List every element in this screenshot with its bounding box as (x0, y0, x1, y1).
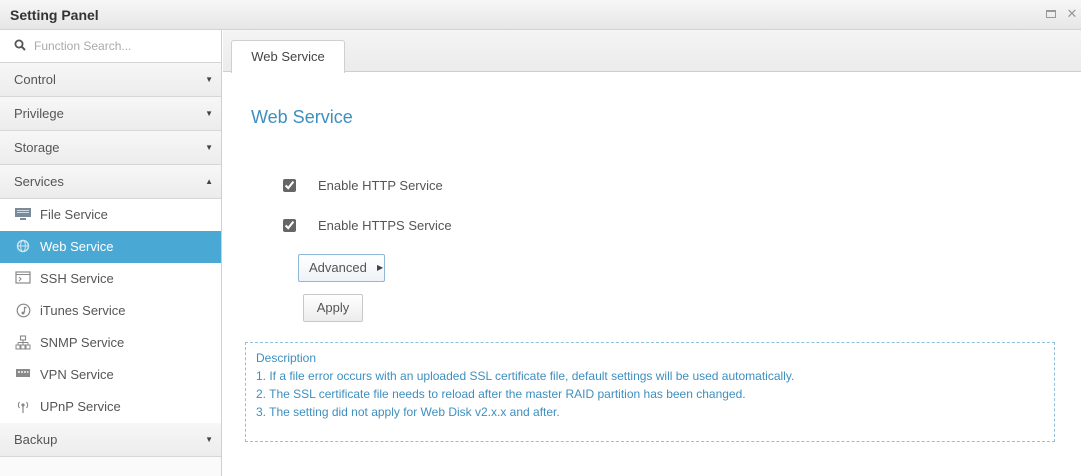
vpn-icon (14, 367, 32, 383)
sidebar-item-label: Web Service (40, 239, 114, 254)
main-panel: Web Service Web Service Enable HTTP Serv… (223, 30, 1081, 476)
sidebar-item-vpn-service[interactable]: VPN Service (0, 359, 221, 391)
chevron-down-icon: ▼ (205, 435, 213, 444)
sidebar-item-label: VPN Service (40, 367, 114, 382)
close-button[interactable]: ✕ (1064, 6, 1080, 22)
advanced-button[interactable]: Advanced ▶ (298, 254, 385, 282)
description-box: Description 1. If a file error occurs wi… (245, 342, 1055, 442)
category-label: Backup (14, 432, 58, 447)
chevron-up-icon: ▲ (205, 177, 213, 186)
page-title: Web Service (251, 107, 353, 127)
category-label: Control (14, 72, 56, 87)
maximize-icon (1046, 10, 1056, 18)
sidebar-item-label: File Service (40, 207, 108, 222)
enable-https-label: Enable HTTPS Service (318, 218, 452, 233)
search-input[interactable] (34, 36, 209, 56)
enable-http-checkbox[interactable] (283, 179, 296, 192)
music-note-icon (14, 303, 32, 319)
description-line: 3. The setting did not apply for Web Dis… (256, 405, 560, 419)
sidebar-category-storage[interactable]: Storage ▼ (0, 131, 221, 165)
sidebar-item-ssh-service[interactable]: SSH Service (0, 263, 221, 295)
file-service-icon (14, 207, 32, 223)
sidebar-item-label: iTunes Service (40, 303, 126, 318)
sidebar-item-label: UPnP Service (40, 399, 121, 414)
sidebar-item-itunes-service[interactable]: iTunes Service (0, 295, 221, 327)
network-tree-icon (14, 335, 32, 351)
search-icon (14, 39, 26, 51)
title-bar: Setting Panel ✕ (0, 0, 1081, 30)
category-label: Services (14, 174, 64, 189)
chevron-down-icon: ▼ (205, 143, 213, 152)
tab-web-service[interactable]: Web Service (231, 40, 345, 73)
apply-button[interactable]: Apply (303, 294, 363, 322)
close-icon: ✕ (1066, 6, 1078, 21)
enable-https-checkbox[interactable] (283, 219, 296, 232)
sidebar-category-privilege[interactable]: Privilege ▼ (0, 97, 221, 131)
chevron-down-icon: ▼ (205, 75, 213, 84)
sidebar-item-snmp-service[interactable]: SNMP Service (0, 327, 221, 359)
sidebar-category-services[interactable]: Services ▲ (0, 165, 221, 199)
sidebar-item-label: SSH Service (40, 271, 114, 286)
advanced-label: Advanced (309, 260, 367, 275)
description-line: 1. If a file error occurs with an upload… (256, 369, 795, 383)
tab-bar: Web Service (223, 30, 1081, 73)
sidebar-category-control[interactable]: Control ▼ (0, 63, 221, 97)
category-label: Storage (14, 140, 60, 155)
upnp-icon (14, 399, 32, 415)
sidebar-category-backup[interactable]: Backup ▼ (0, 423, 221, 457)
window-title: Setting Panel (10, 7, 99, 23)
chevron-down-icon: ▼ (205, 109, 213, 118)
web-service-icon (14, 239, 32, 255)
maximize-button[interactable] (1043, 6, 1059, 22)
description-heading: Description (256, 351, 317, 365)
sidebar: Control ▼ Privilege ▼ Storage ▼ Services… (0, 30, 222, 476)
sidebar-item-web-service[interactable]: Web Service (0, 231, 221, 263)
sidebar-item-file-service[interactable]: File Service (0, 199, 221, 231)
function-search (0, 30, 221, 63)
category-label: Privilege (14, 106, 64, 121)
sidebar-item-label: SNMP Service (40, 335, 125, 350)
enable-http-label: Enable HTTP Service (318, 178, 443, 193)
sidebar-item-upnp-service[interactable]: UPnP Service (0, 391, 221, 423)
description-line: 2. The SSL certificate file needs to rel… (256, 387, 746, 401)
ssh-terminal-icon (14, 271, 32, 287)
chevron-right-icon: ▶ (377, 263, 384, 272)
